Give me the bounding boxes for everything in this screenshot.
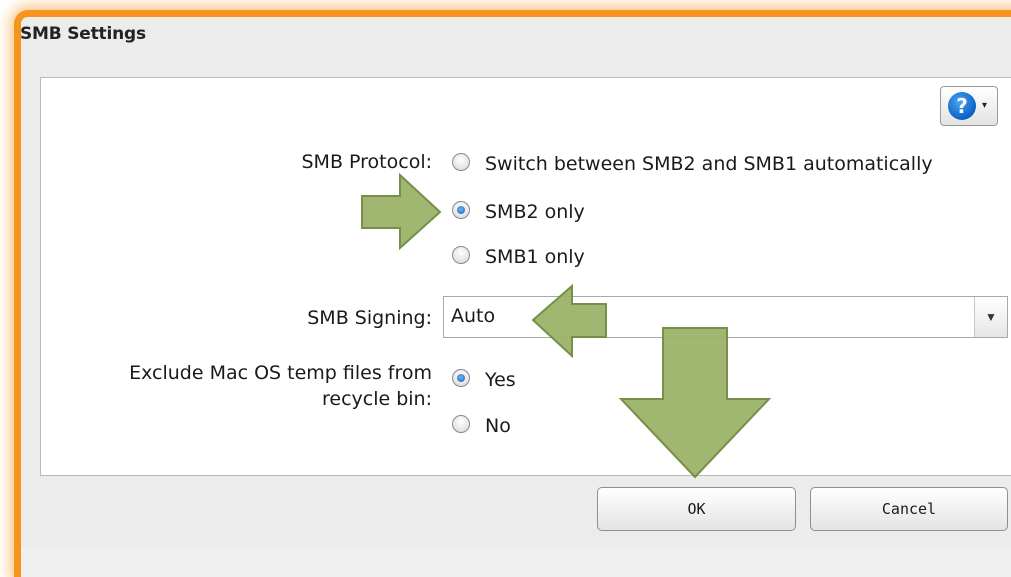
annotation-arrows bbox=[361, 172, 772, 479]
arrow-down-icon bbox=[618, 327, 772, 479]
arrow-right-icon bbox=[361, 172, 442, 251]
arrow-left-icon bbox=[531, 283, 607, 359]
